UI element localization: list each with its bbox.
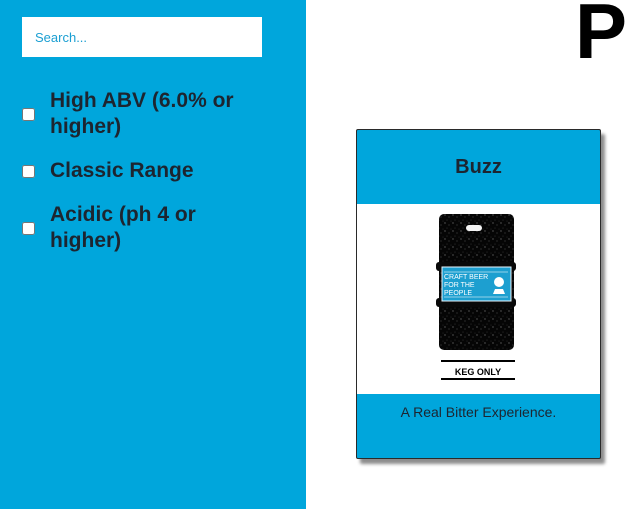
beer-card[interactable]: Buzz CRAFT BEER FOR THE PEOPLE KEG ONLY …: [356, 129, 601, 459]
svg-text:CRAFT BEER: CRAFT BEER: [444, 274, 488, 281]
filter-high-abv[interactable]: High ABV (6.0% or higher): [22, 88, 282, 140]
keg-only-label: KEG ONLY: [441, 360, 515, 380]
filter-label-classic-range: Classic Range: [50, 159, 194, 182]
classic-range-checkbox[interactable]: [22, 164, 35, 178]
page-title: P: [575, 0, 627, 75]
filter-label-high-abv: High ABV (6.0% or higher): [50, 89, 234, 138]
filter-list: High ABV (6.0% or higher) Classic Range …: [22, 88, 282, 254]
search-input[interactable]: [22, 17, 262, 57]
beer-results-area: P Buzz CRAFT BEER FOR THE PEOPLE KEG ONL…: [306, 0, 627, 509]
beer-name: Buzz: [455, 155, 502, 178]
svg-text:PEOPLE: PEOPLE: [444, 290, 472, 297]
acidic-checkbox[interactable]: [22, 221, 35, 235]
filter-label-acidic: Acidic (ph 4 or higher): [50, 203, 196, 252]
beer-keg-image-icon: CRAFT BEER FOR THE PEOPLE: [436, 214, 516, 350]
filter-classic-range[interactable]: Classic Range: [22, 158, 282, 184]
beer-description: A Real Bitter Experience.: [400, 404, 557, 420]
svg-text:FOR THE: FOR THE: [444, 282, 475, 289]
beer-catalog-app: High ABV (6.0% or higher) Classic Range …: [0, 0, 627, 509]
beer-image: CRAFT BEER FOR THE PEOPLE KEG ONLY: [357, 204, 600, 394]
high-abv-checkbox[interactable]: [22, 107, 35, 121]
filter-sidebar: High ABV (6.0% or higher) Classic Range …: [0, 0, 306, 509]
filter-acidic[interactable]: Acidic (ph 4 or higher): [22, 202, 282, 254]
